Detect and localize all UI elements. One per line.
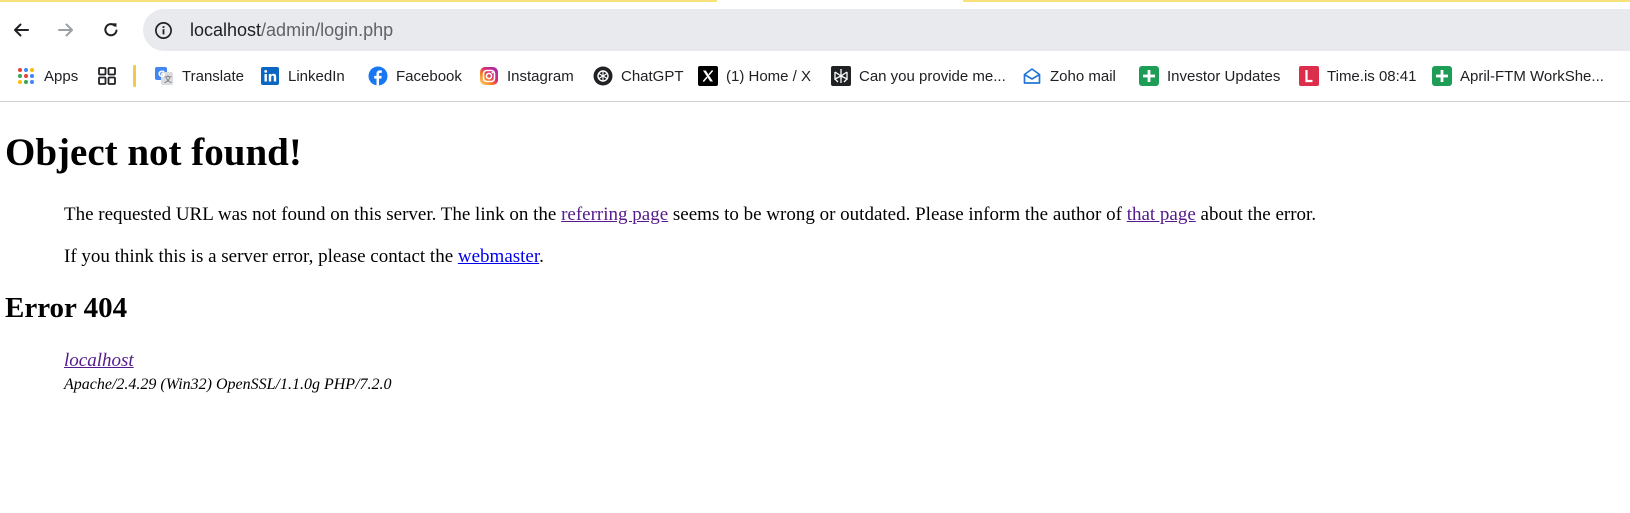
- facebook-icon: [368, 66, 388, 86]
- page-title: Object not found!: [5, 131, 302, 174]
- arrow-left-icon: [14, 23, 29, 37]
- server-error-note: If you think this is a server error, ple…: [64, 246, 544, 268]
- url-host: localhost: [190, 20, 262, 40]
- time-is-icon: [1299, 66, 1319, 86]
- bookmark-label: Facebook: [396, 67, 462, 85]
- bookmark-translate[interactable]: G 文 Translate: [154, 61, 244, 91]
- svg-text:文: 文: [164, 74, 172, 84]
- error-text-part: seems to be wrong or outdated. Please in…: [668, 204, 1127, 225]
- loading-indicator: [0, 0, 717, 2]
- back-button[interactable]: [5, 14, 37, 46]
- error-description: The requested URL was not found on this …: [64, 204, 1316, 226]
- browser-toolbar: localhost/admin/login.php Apps G 文 Trans…: [0, 0, 1630, 102]
- linkedin-icon: [260, 66, 280, 86]
- bookmark-label: ChatGPT: [621, 67, 684, 85]
- bookmark-label: LinkedIn: [288, 67, 345, 85]
- arrow-right-icon: [58, 23, 73, 37]
- webmaster-link[interactable]: webmaster: [458, 246, 539, 267]
- url-path: /admin/login.php: [261, 20, 394, 40]
- bookmark-perplexity[interactable]: Can you provide me...: [831, 61, 1006, 91]
- url-text[interactable]: localhost/admin/login.php: [190, 20, 393, 40]
- google-sheets-icon: [1139, 66, 1159, 86]
- site-info-icon[interactable]: [153, 20, 173, 40]
- bookmark-april-ftm-worksheet[interactable]: April-FTM WorkShe...: [1432, 61, 1604, 91]
- loading-indicator: [963, 0, 1630, 2]
- bookmark-label: Can you provide me...: [859, 67, 1006, 85]
- bookmark-investor-updates[interactable]: Investor Updates: [1139, 61, 1280, 91]
- error-text-part: The requested URL was not found on this …: [64, 204, 562, 225]
- localhost-link[interactable]: localhost: [64, 350, 392, 372]
- error-text-part: about the error.: [1195, 204, 1317, 225]
- note-text-part: .: [539, 246, 544, 267]
- page-content: Object not found! The requested URL was …: [0, 101, 1630, 513]
- bookmark-label: Time.is 08:41: [1327, 67, 1417, 85]
- bookmark-label: Zoho mail: [1050, 67, 1116, 85]
- bookmark-facebook[interactable]: Facebook: [368, 61, 462, 91]
- chatgpt-icon: [593, 66, 613, 86]
- instagram-icon: [479, 66, 499, 86]
- server-software-signature: Apache/2.4.29 (Win32) OpenSSL/1.1.0g PHP…: [64, 376, 392, 393]
- referring-page-link[interactable]: referring page: [561, 204, 668, 225]
- address-bar[interactable]: localhost/admin/login.php: [143, 9, 1630, 51]
- error-code-heading: Error 404: [5, 292, 128, 324]
- bookmark-x-home[interactable]: (1) Home / X: [698, 61, 811, 91]
- x-icon: [698, 66, 718, 86]
- bookmark-label: Translate: [182, 67, 244, 85]
- bookmark-chatgpt[interactable]: ChatGPT: [593, 61, 684, 91]
- bookmarks-list: G 文 Translate LinkedIn Facebook Instagra…: [0, 61, 1630, 91]
- bookmark-linkedin[interactable]: LinkedIn: [260, 61, 345, 91]
- bookmark-instagram[interactable]: Instagram: [479, 61, 574, 91]
- reload-icon: [104, 23, 118, 37]
- zoho-mail-icon: [1022, 66, 1042, 86]
- google-sheets-icon: [1432, 66, 1452, 86]
- note-text-part: If you think this is a server error, ple…: [64, 246, 458, 267]
- perplexity-icon: [831, 66, 851, 86]
- server-address: localhost Apache/2.4.29 (Win32) OpenSSL/…: [64, 350, 392, 395]
- forward-button[interactable]: [50, 14, 82, 46]
- that-page-link[interactable]: that page: [1127, 204, 1196, 225]
- bookmark-label: Instagram: [507, 67, 574, 85]
- bookmark-label: Investor Updates: [1167, 67, 1281, 85]
- bookmark-zoho-mail[interactable]: Zoho mail: [1022, 61, 1116, 91]
- reload-button[interactable]: [95, 14, 127, 46]
- google-translate-icon: G 文: [154, 66, 174, 86]
- bookmark-time-is[interactable]: Time.is 08:41: [1299, 61, 1416, 91]
- bookmark-label: April-FTM WorkShe...: [1460, 67, 1604, 85]
- bookmark-label: (1) Home / X: [726, 67, 812, 85]
